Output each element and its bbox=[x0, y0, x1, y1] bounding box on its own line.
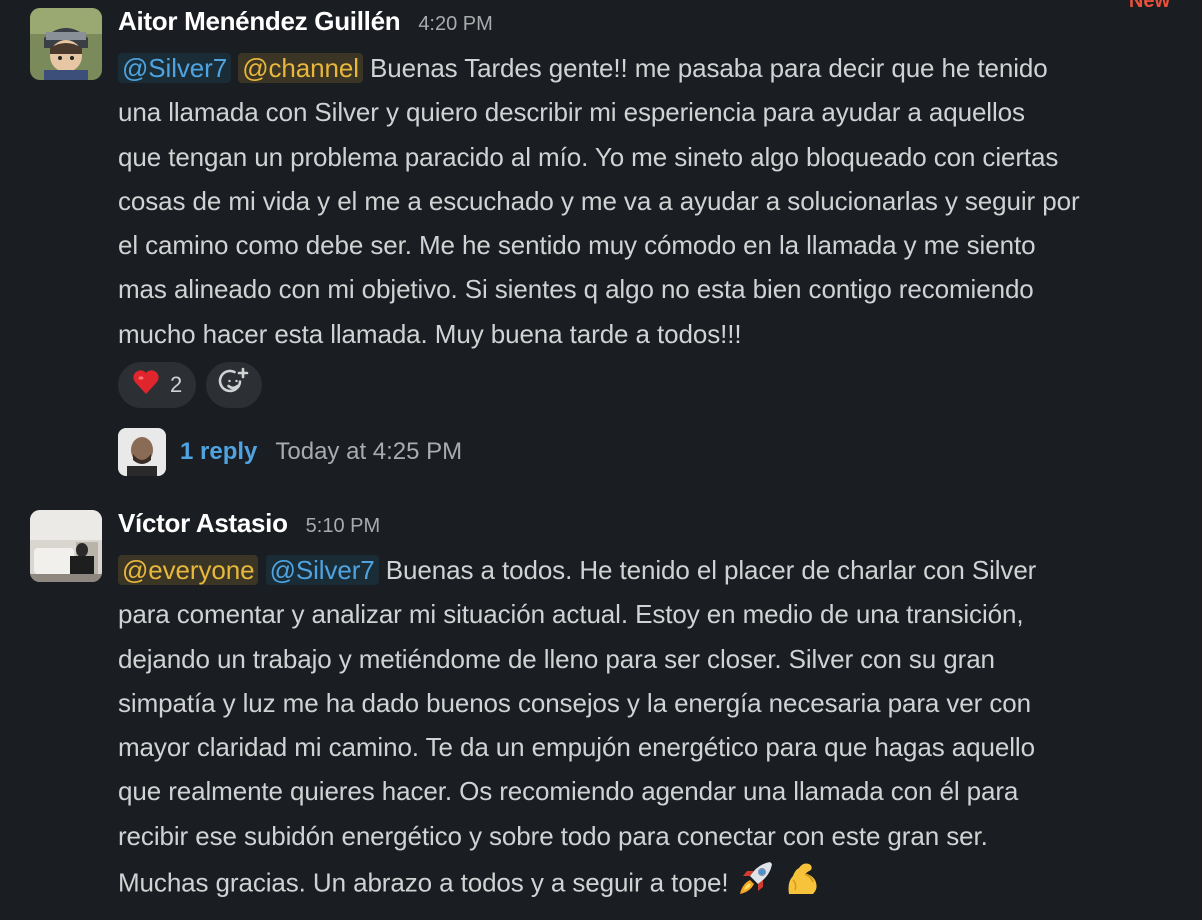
message-line: una llamada con Silver y quiero describi… bbox=[118, 97, 1025, 128]
message-line: dejando un trabajo y metiéndome de lleno… bbox=[118, 643, 995, 674]
message-body: @Silver7 @channel Buenas Tardes gente!! … bbox=[118, 46, 1198, 356]
message-line: @everyone @Silver7 Buenas a todos. He te… bbox=[118, 548, 1198, 592]
mention-everyone[interactable]: @everyone bbox=[118, 555, 259, 585]
author-name[interactable]: Aitor Menéndez Guillén bbox=[118, 6, 401, 37]
message-timestamp[interactable]: 5:10 PM bbox=[306, 515, 380, 538]
message-line: el camino como debe ser. Me he sentido m… bbox=[118, 230, 1036, 261]
message-line: @Silver7 @channel Buenas Tardes gente!! … bbox=[118, 46, 1198, 90]
reaction-heart[interactable]: 2 bbox=[118, 362, 197, 408]
message-line: mayor claridad mi camino. Te da un empuj… bbox=[118, 732, 1035, 763]
last-reply-time: Today at 4:25 PM bbox=[275, 438, 463, 465]
avatar-victor[interactable] bbox=[30, 510, 102, 582]
author-name[interactable]: Víctor Astasio bbox=[118, 508, 288, 539]
reply-count-link[interactable]: 1 reply bbox=[180, 438, 257, 466]
thread-summary[interactable]: 1 reply Today at 4:25 PM bbox=[118, 428, 462, 476]
add-reaction-button[interactable] bbox=[206, 362, 263, 408]
message-line: mucho hacer esta llamada. Muy buena tard… bbox=[118, 318, 742, 349]
rocket-emoji bbox=[736, 858, 776, 911]
message-line: recibir ese subidón energético y sobre t… bbox=[118, 820, 988, 851]
message-line: para comentar y analizar mi situación ac… bbox=[118, 599, 1024, 630]
message-line: Muchas gracias. Un abrazo a todos y a se… bbox=[118, 858, 1198, 911]
message-line: que tengan un problema paracido al mío. … bbox=[118, 141, 1059, 172]
mention-silver7[interactable]: @Silver7 bbox=[118, 53, 232, 83]
mention-channel[interactable]: @channel bbox=[238, 53, 363, 83]
add-reaction-icon bbox=[218, 366, 250, 404]
message-body: @everyone @Silver7 Buenas a todos. He te… bbox=[118, 548, 1198, 911]
reaction-count: 2 bbox=[170, 372, 183, 397]
reactions-bar: 2 bbox=[118, 362, 263, 408]
heart-emoji bbox=[132, 369, 160, 401]
message-line: mas alineado con mi objetivo. Si sientes… bbox=[118, 274, 1034, 305]
thread-reply-avatar[interactable] bbox=[118, 428, 166, 476]
avatar-aitor[interactable] bbox=[30, 8, 102, 80]
message-text: Buenas Tardes gente!! me pasaba para dec… bbox=[370, 53, 1048, 83]
message-timestamp[interactable]: 4:20 PM bbox=[418, 13, 492, 36]
message-text: Buenas a todos. He tenido el placer de c… bbox=[385, 555, 1037, 585]
mention-silver7[interactable]: @Silver7 bbox=[265, 555, 379, 585]
new-messages-marker: New bbox=[1128, 0, 1170, 12]
flexed-biceps-emoji bbox=[783, 858, 823, 911]
message-line: que realmente quieres hacer. Os recomien… bbox=[118, 776, 1019, 807]
message-line: cosas de mi vida y el me a escuchado y m… bbox=[118, 185, 1080, 216]
message-line: simpatía y luz me ha dado buenos consejo… bbox=[118, 687, 1031, 718]
message-text: Muchas gracias. Un abrazo a todos y a se… bbox=[118, 867, 729, 898]
